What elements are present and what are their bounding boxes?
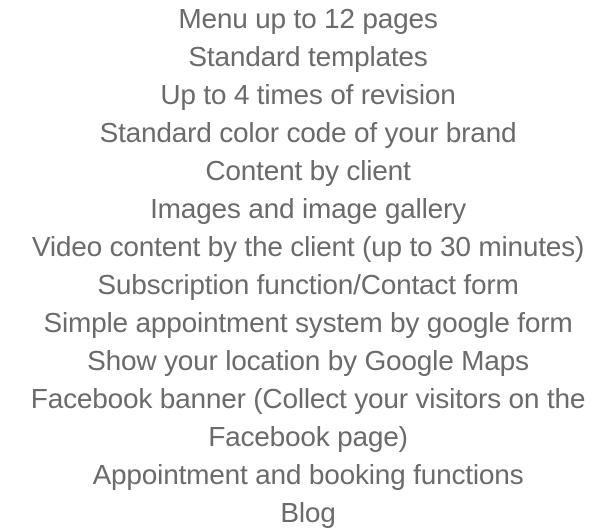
feature-booking-functions: Appointment and booking functions bbox=[92, 459, 524, 490]
feature-content-by-client: Content by client bbox=[205, 155, 411, 186]
feature-standard-templates: Standard templates bbox=[188, 41, 428, 72]
feature-google-maps: Show your location by Google Maps bbox=[87, 345, 529, 376]
feature-menu-pages: Menu up to 12 pages bbox=[178, 3, 438, 34]
feature-appointment-google-form: Simple appointment system by google form bbox=[43, 307, 573, 338]
feature-facebook-banner-cont: Facebook page) bbox=[208, 421, 408, 452]
feature-brand-colors: Standard color code of your brand bbox=[99, 117, 517, 148]
feature-facebook-banner: Facebook banner (Collect your visitors o… bbox=[30, 383, 586, 414]
feature-image-gallery: Images and image gallery bbox=[150, 193, 466, 224]
features-list: Menu up to 12 pages Standard templates U… bbox=[0, 0, 616, 532]
feature-subscription-contact: Subscription function/Contact form bbox=[97, 269, 519, 300]
feature-revisions: Up to 4 times of revision bbox=[160, 79, 456, 110]
feature-video-content: Video content by the client (up to 30 mi… bbox=[31, 231, 585, 262]
feature-blog: Blog bbox=[280, 497, 336, 528]
